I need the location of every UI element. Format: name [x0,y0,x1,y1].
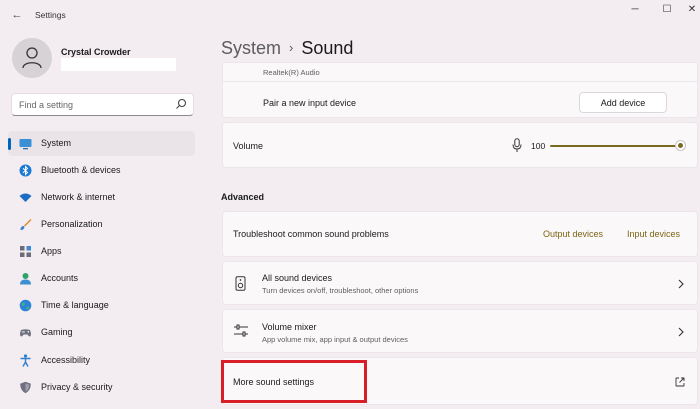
search-icon[interactable] [175,98,187,110]
troubleshoot-card: Troubleshoot common sound problems Outpu… [222,211,698,257]
pair-input-device-label: Pair a new input device [263,98,357,108]
advanced-heading: Advanced [221,192,265,202]
input-devices-link[interactable]: Input devices [627,229,680,239]
user-name: Crystal Crowder [61,47,131,57]
divider [223,81,697,82]
sidebar-item-accessibility[interactable]: Accessibility [8,348,195,373]
sidebar-item-label: Privacy & security [41,382,113,392]
highlight-annotation [221,360,367,403]
input-devices-card: Realtek(R) Audio Pair a new input device… [222,62,698,118]
active-indicator [8,138,11,150]
globe-icon [19,299,32,312]
page-title: Sound [301,38,354,58]
sidebar-item-gaming[interactable]: Gaming [8,320,195,345]
chevron-right-icon [678,279,684,289]
sidebar-item-personalization[interactable]: Personalization [8,212,195,237]
input-device-subtitle: Realtek(R) Audio [263,68,320,77]
external-link-icon [675,377,685,387]
brush-icon [20,219,32,230]
add-device-button[interactable]: Add device [579,92,667,113]
breadcrumb: System › Sound [221,38,353,59]
sidebar-item-label: Apps [41,246,62,256]
sidebar-item-bluetooth[interactable]: Bluetooth & devices [8,158,195,183]
sidebar-item-label: Personalization [41,219,103,229]
user-email-redacted [61,58,176,71]
breadcrumb-separator: › [289,40,294,55]
sidebar-item-label: System [41,138,72,148]
minimize-button[interactable]: ─ [620,2,650,18]
avatar[interactable] [12,38,52,78]
sidebar-item-accounts[interactable]: Accounts [8,266,195,291]
back-arrow-icon[interactable]: ← [8,7,26,23]
volume-mixer-card[interactable]: Volume mixer App volume mix, app input &… [222,309,698,353]
speaker-icon [235,276,246,291]
sidebar-item-system[interactable]: System [8,131,195,156]
sidebar-item-label: Gaming [41,327,73,337]
volume-value: 100 [531,141,546,151]
volume-mixer-subtitle: App volume mix, app input & output devic… [262,335,408,344]
sidebar-item-time-language[interactable]: Time & language [8,293,195,318]
volume-mixer-title: Volume mixer [262,322,317,332]
sidebar-item-privacy-security[interactable]: Privacy & security [8,375,195,400]
search-box[interactable] [11,93,194,116]
mixer-icon [234,324,248,337]
person-icon [20,273,31,285]
wifi-icon [19,193,32,202]
shield-icon [20,381,31,394]
sidebar-item-label: Network & internet [41,192,116,202]
gamepad-icon [20,329,31,337]
troubleshoot-label: Troubleshoot common sound problems [233,229,389,239]
output-devices-link[interactable]: Output devices [543,229,603,239]
sidebar-item-label: Time & language [41,300,109,310]
sidebar-item-network[interactable]: Network & internet [8,185,195,210]
accessibility-icon [20,354,31,367]
sidebar-item-label: Accounts [41,273,79,283]
microphone-icon[interactable] [512,138,522,153]
all-sound-devices-card[interactable]: All sound devices Turn devices on/off, t… [222,261,698,305]
volume-slider-track[interactable] [550,145,680,147]
chevron-right-icon [678,327,684,337]
monitor-icon [19,139,32,150]
sidebar-item-label: Accessibility [41,355,91,365]
window-title: Settings [35,10,66,20]
apps-icon [20,246,31,257]
all-sound-devices-title: All sound devices [262,273,333,283]
sidebar-item-apps[interactable]: Apps [8,239,195,264]
title-bar: ← Settings ─ ☐ ✕ [0,0,700,30]
bluetooth-icon [19,164,32,177]
close-button[interactable]: ✕ [684,2,700,18]
volume-label: Volume [233,141,264,151]
all-sound-devices-subtitle: Turn devices on/off, troubleshoot, other… [262,286,419,295]
maximize-button[interactable]: ☐ [652,2,682,18]
volume-slider-thumb[interactable] [675,140,686,151]
volume-card: Volume 100 [222,122,698,168]
person-icon [22,47,42,69]
sidebar-item-label: Bluetooth & devices [41,165,121,175]
search-input[interactable] [19,98,169,112]
breadcrumb-parent[interactable]: System [221,38,281,58]
